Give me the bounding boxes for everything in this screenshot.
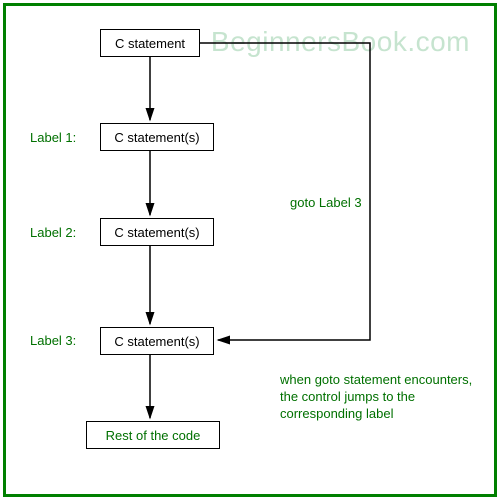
label-1: Label 1: [30,130,76,145]
node-statement-1: C statement [100,29,200,57]
node-statement-3: C statement(s) [100,218,214,246]
goto-explanation: when goto statement encounters, the cont… [280,372,480,423]
label-2: Label 2: [30,225,76,240]
label-3: Label 3: [30,333,76,348]
node-rest: Rest of the code [86,421,220,449]
goto-annotation: goto Label 3 [290,195,420,212]
diagram-frame [3,3,497,497]
node-statement-2: C statement(s) [100,123,214,151]
rest-text: Rest of the code [106,428,201,443]
node-statement-4: C statement(s) [100,327,214,355]
